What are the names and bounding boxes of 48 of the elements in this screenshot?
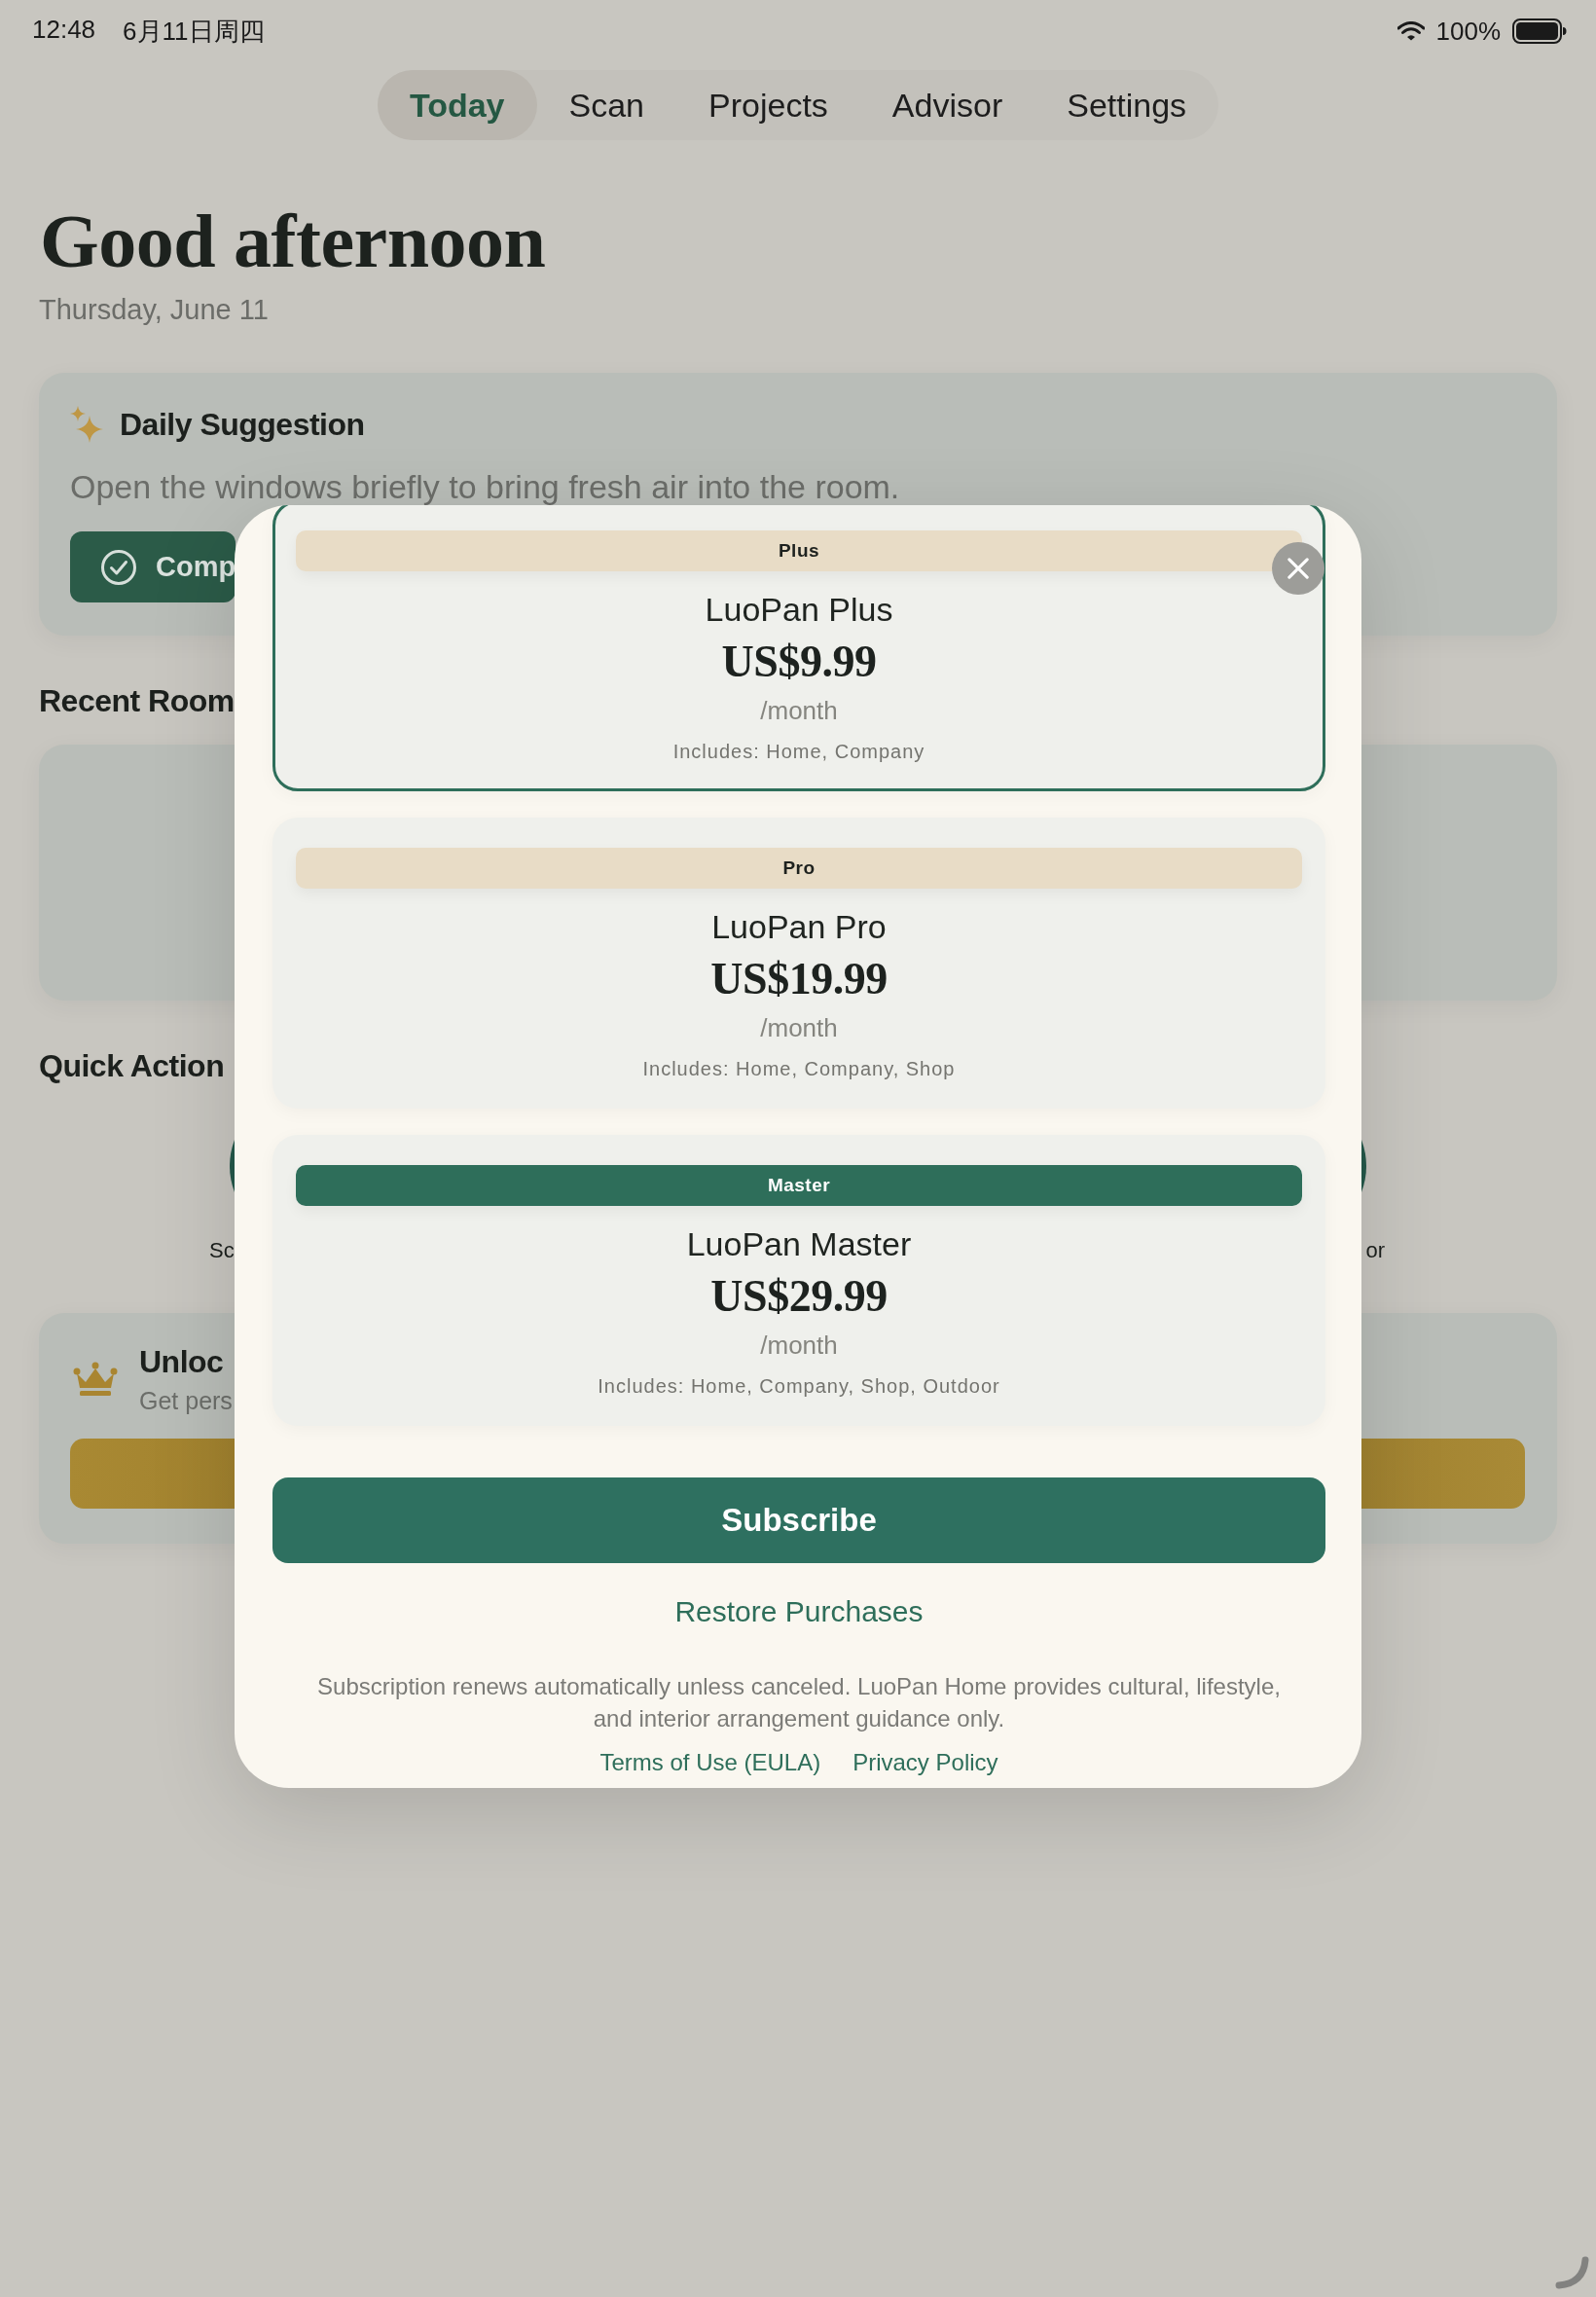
quick-action-button[interactable]: or xyxy=(1361,1140,1385,1265)
card-title: Unloc xyxy=(139,1343,224,1381)
status-date: 6月11日周四 xyxy=(123,15,265,48)
plan-badge: Plus xyxy=(296,530,1302,571)
plan-includes: Includes: Home, Company xyxy=(672,740,925,764)
plan-price: US$29.99 xyxy=(710,1270,888,1323)
tab[interactable]: Scan xyxy=(536,70,676,140)
plan-name: LuoPan Pro xyxy=(711,907,887,947)
tab[interactable]: Settings xyxy=(1034,70,1219,140)
billing-period: /month xyxy=(760,695,838,726)
wifi-icon xyxy=(1396,21,1425,41)
subscribe-button[interactable]: Subscribe xyxy=(272,1477,1325,1563)
tab[interactable]: Today xyxy=(377,70,537,140)
card-subtitle: Get pers xyxy=(139,1386,233,1416)
plan-badge: Master xyxy=(296,1165,1302,1206)
plan-price: US$9.99 xyxy=(721,636,877,688)
suggestion-button[interactable]: Comp xyxy=(70,531,236,602)
section-title: Quick Action xyxy=(39,1047,225,1085)
status-time: 12:48 xyxy=(32,14,96,46)
tab[interactable]: Advisor xyxy=(859,70,1035,140)
suggestion-text: Open the windows briefly to bring fresh air into the room. xyxy=(70,467,900,507)
footer-link[interactable]: Privacy Policy xyxy=(852,1748,998,1777)
quick-action-button[interactable]: Sc xyxy=(209,1140,235,1265)
billing-period: /month xyxy=(760,1012,838,1043)
footer-link[interactable]: Terms of Use (EULA) xyxy=(599,1748,821,1777)
crown-icon xyxy=(73,1361,118,1397)
date-subtitle: Thursday, June 11 xyxy=(39,293,269,327)
corner-arc-icon xyxy=(1555,2256,1590,2289)
greeting-heading: Good afternoon xyxy=(40,201,546,282)
restore-purchases-link[interactable]: Restore Purchases xyxy=(674,1594,924,1629)
plan-includes: Includes: Home, Company, Shop, Outdoor xyxy=(598,1374,1000,1399)
close-icon xyxy=(1288,558,1309,579)
plan-card[interactable]: Pro LuoPan Pro US$19.99 /month Includes: Home, Company, Shop xyxy=(272,818,1325,1109)
battery-percent: 100% xyxy=(1435,16,1501,47)
plan-name: LuoPan Plus xyxy=(705,590,893,630)
card-title: Daily Suggestion xyxy=(120,406,365,444)
plan-name: LuoPan Master xyxy=(686,1224,912,1264)
section-title: Recent Room xyxy=(39,682,235,720)
tab[interactable]: Projects xyxy=(676,70,860,140)
plan-badge: Pro xyxy=(296,848,1302,889)
plan-card[interactable]: Master LuoPan Master US$29.99 /month Includes: Home, Company, Shop, Outdoor xyxy=(272,1135,1325,1426)
plan-price: US$19.99 xyxy=(710,953,888,1005)
disclaimer-text: Subscription renews automatically unless canceled. LuoPan Home provides cultural, lifestyle, and interior arrangement guidance only. xyxy=(316,1672,1282,1733)
plan-card[interactable]: Plus LuoPan Plus US$9.99 /month Includes: Home, Company xyxy=(272,505,1325,791)
plan-includes: Includes: Home, Company, Shop xyxy=(642,1057,956,1081)
battery-icon xyxy=(1512,18,1567,44)
billing-period: /month xyxy=(760,1330,838,1361)
check-circle-icon xyxy=(100,548,137,586)
